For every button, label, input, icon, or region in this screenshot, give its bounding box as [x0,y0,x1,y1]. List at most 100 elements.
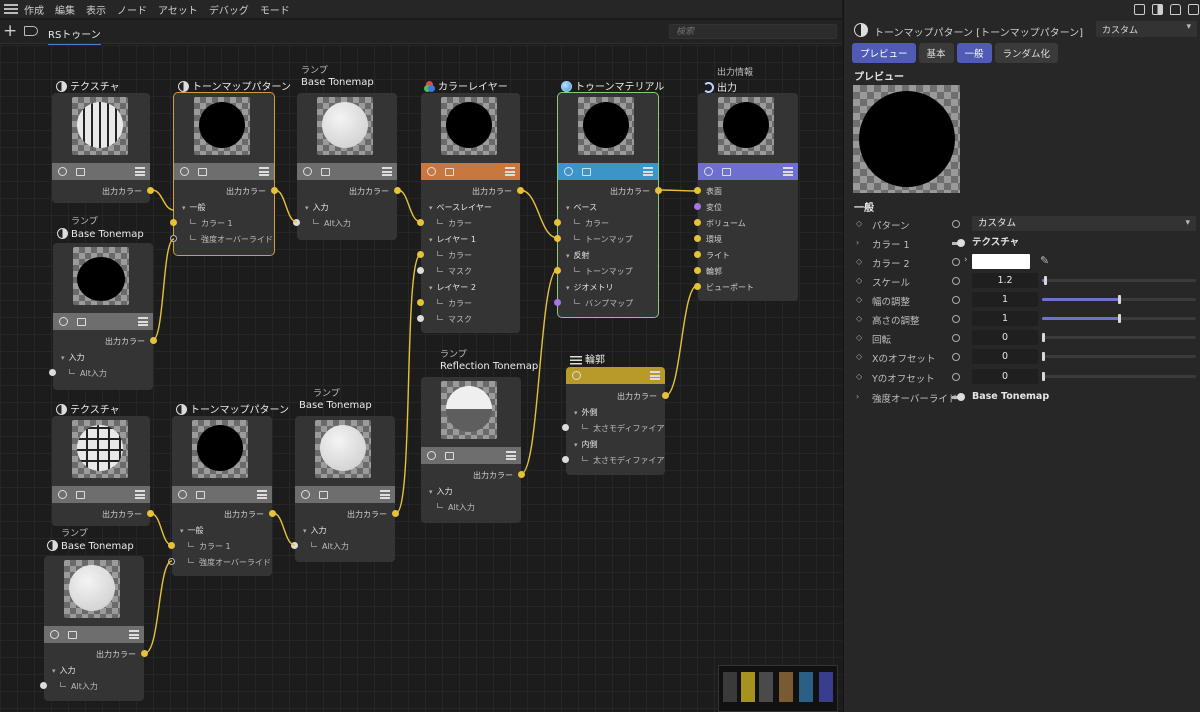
ramp-node-left-1[interactable]: 出力カラー ▾ 入力 Alt入力 [49,243,157,390]
input-port[interactable] [170,235,177,242]
info-icon[interactable] [59,317,68,326]
group-outer[interactable]: ▾ 外側 [574,407,598,418]
menu-icon[interactable] [650,371,660,380]
input-port[interactable] [554,219,561,226]
input-port[interactable] [168,542,175,549]
width-adjust-field[interactable]: 1 [972,292,1038,307]
texture-node-1[interactable]: 出力カラー [52,93,154,203]
info-icon[interactable] [58,167,67,176]
connect-port-icon[interactable] [952,315,960,323]
tab-preview[interactable]: プレビュー [852,43,916,63]
node-canvas[interactable]: テクスチャ 出力カラー トーンマップパターン 出力カラー ▾ 一般 カラー 1 強… [0,45,842,712]
group-layer-2[interactable]: ▾ レイヤー 2 [429,282,476,293]
hamburger-menu-icon[interactable] [4,4,18,14]
tag-icon[interactable] [24,26,38,36]
connect-port-icon[interactable] [952,353,960,361]
input-port[interactable] [417,219,424,226]
menu-icon[interactable] [506,451,516,460]
output-port[interactable] [271,187,278,194]
new-window-icon[interactable] [1188,4,1199,15]
info-icon[interactable] [180,167,189,176]
layout-right-icon[interactable] [1152,4,1163,15]
y-offset-slider[interactable] [1042,372,1196,381]
keyframe-diamond-icon[interactable]: ◇ [856,257,862,266]
keyframe-diamond-icon[interactable]: ◇ [856,314,862,323]
ramp-node-base-tonemap-1[interactable]: 出力カラー ▾ 入力 Alt入力 [293,93,401,240]
expand-chevron-icon[interactable]: › [856,392,859,401]
input-port[interactable] [694,219,701,226]
input-port[interactable] [554,299,561,306]
info-icon[interactable] [564,167,573,176]
input-port[interactable] [694,187,701,194]
image-icon[interactable] [68,630,77,639]
preset-dropdown[interactable]: カスタム [1096,21,1197,37]
info-icon[interactable] [58,490,67,499]
input-port[interactable] [694,283,701,290]
menu-view[interactable]: 表示 [86,2,106,17]
texture-node-2[interactable]: 出力カラー [52,416,154,526]
input-port[interactable] [293,219,300,226]
tonemap-pattern-node-2[interactable]: 出力カラー ▾ 一般 カラー 1 強度オーバーライド [168,416,276,576]
output-port[interactable] [147,187,154,194]
connect-port-icon[interactable] [952,277,960,285]
input-port[interactable] [49,369,56,376]
link-icon[interactable] [952,239,965,247]
height-adjust-slider[interactable] [1042,314,1196,323]
info-icon[interactable] [427,451,436,460]
group-input[interactable]: ▾ 入力 [52,665,76,676]
menu-icon[interactable] [138,317,148,326]
link-icon[interactable] [952,393,965,401]
menu-mode[interactable]: モード [260,2,290,17]
ramp-node-base-tonemap-2[interactable]: 出力カラー ▾ 入力 Alt入力 [291,416,399,562]
tab-basic[interactable]: 基本 [918,43,954,63]
info-icon[interactable] [704,167,713,176]
menu-icon[interactable] [783,167,793,176]
image-icon[interactable] [319,490,328,499]
connect-port-icon[interactable] [952,334,960,342]
input-port[interactable] [694,267,701,274]
menu-asset[interactable]: アセット [158,2,198,17]
lock-icon[interactable] [1170,4,1181,15]
keyframe-diamond-icon[interactable]: ◇ [856,295,862,304]
menu-edit[interactable]: 編集 [55,2,75,17]
output-port[interactable] [394,187,401,194]
input-port[interactable] [168,558,175,565]
connect-port-icon[interactable] [952,296,960,304]
menu-icon[interactable] [129,630,139,639]
contour-node[interactable]: 出力カラー ▾ 外側 太さモディファイア ▾ 内側 太さモディファイア [562,367,669,475]
tab-rs-toon[interactable]: RSトゥーン [48,26,101,46]
input-port[interactable] [417,299,424,306]
ramp-node-left-2[interactable]: 出力カラー ▾ 入力 Alt入力 [40,556,148,701]
menu-icon[interactable] [135,167,145,176]
image-icon[interactable] [77,317,86,326]
group-general[interactable]: ▾ 一般 [182,202,206,213]
input-port[interactable] [562,424,569,431]
output-port[interactable] [662,392,669,399]
color1-linked-value[interactable]: テクスチャ [972,235,1019,250]
pattern-dropdown[interactable]: カスタム [972,216,1196,231]
keyframe-diamond-icon[interactable]: ◇ [856,372,862,381]
eyedropper-icon[interactable]: ✎ [1040,254,1049,267]
menu-icon[interactable] [135,490,145,499]
menu-icon[interactable] [382,167,392,176]
menu-node[interactable]: ノード [117,2,147,17]
keyframe-diamond-icon[interactable]: ◇ [856,219,862,228]
menu-icon[interactable] [505,167,515,176]
menu-icon[interactable] [643,167,653,176]
group-inner[interactable]: ▾ 内側 [574,439,598,450]
keyframe-diamond-icon[interactable]: ◇ [856,352,862,361]
image-icon[interactable] [445,451,454,460]
menu-icon[interactable] [257,490,267,499]
input-port[interactable] [694,235,701,242]
group-input[interactable]: ▾ 入力 [303,525,327,536]
input-port[interactable] [40,682,47,689]
image-icon[interactable] [198,167,207,176]
rotation-slider[interactable] [1042,333,1196,342]
input-port[interactable] [554,267,561,274]
ramp-node-reflection-tonemap[interactable]: 出力カラー ▾ 入力 Alt入力 [421,377,525,523]
menu-icon[interactable] [259,167,269,176]
add-icon[interactable]: + [3,22,17,40]
width-adjust-slider[interactable] [1042,295,1196,304]
image-icon[interactable] [445,167,454,176]
input-port[interactable] [417,267,424,274]
